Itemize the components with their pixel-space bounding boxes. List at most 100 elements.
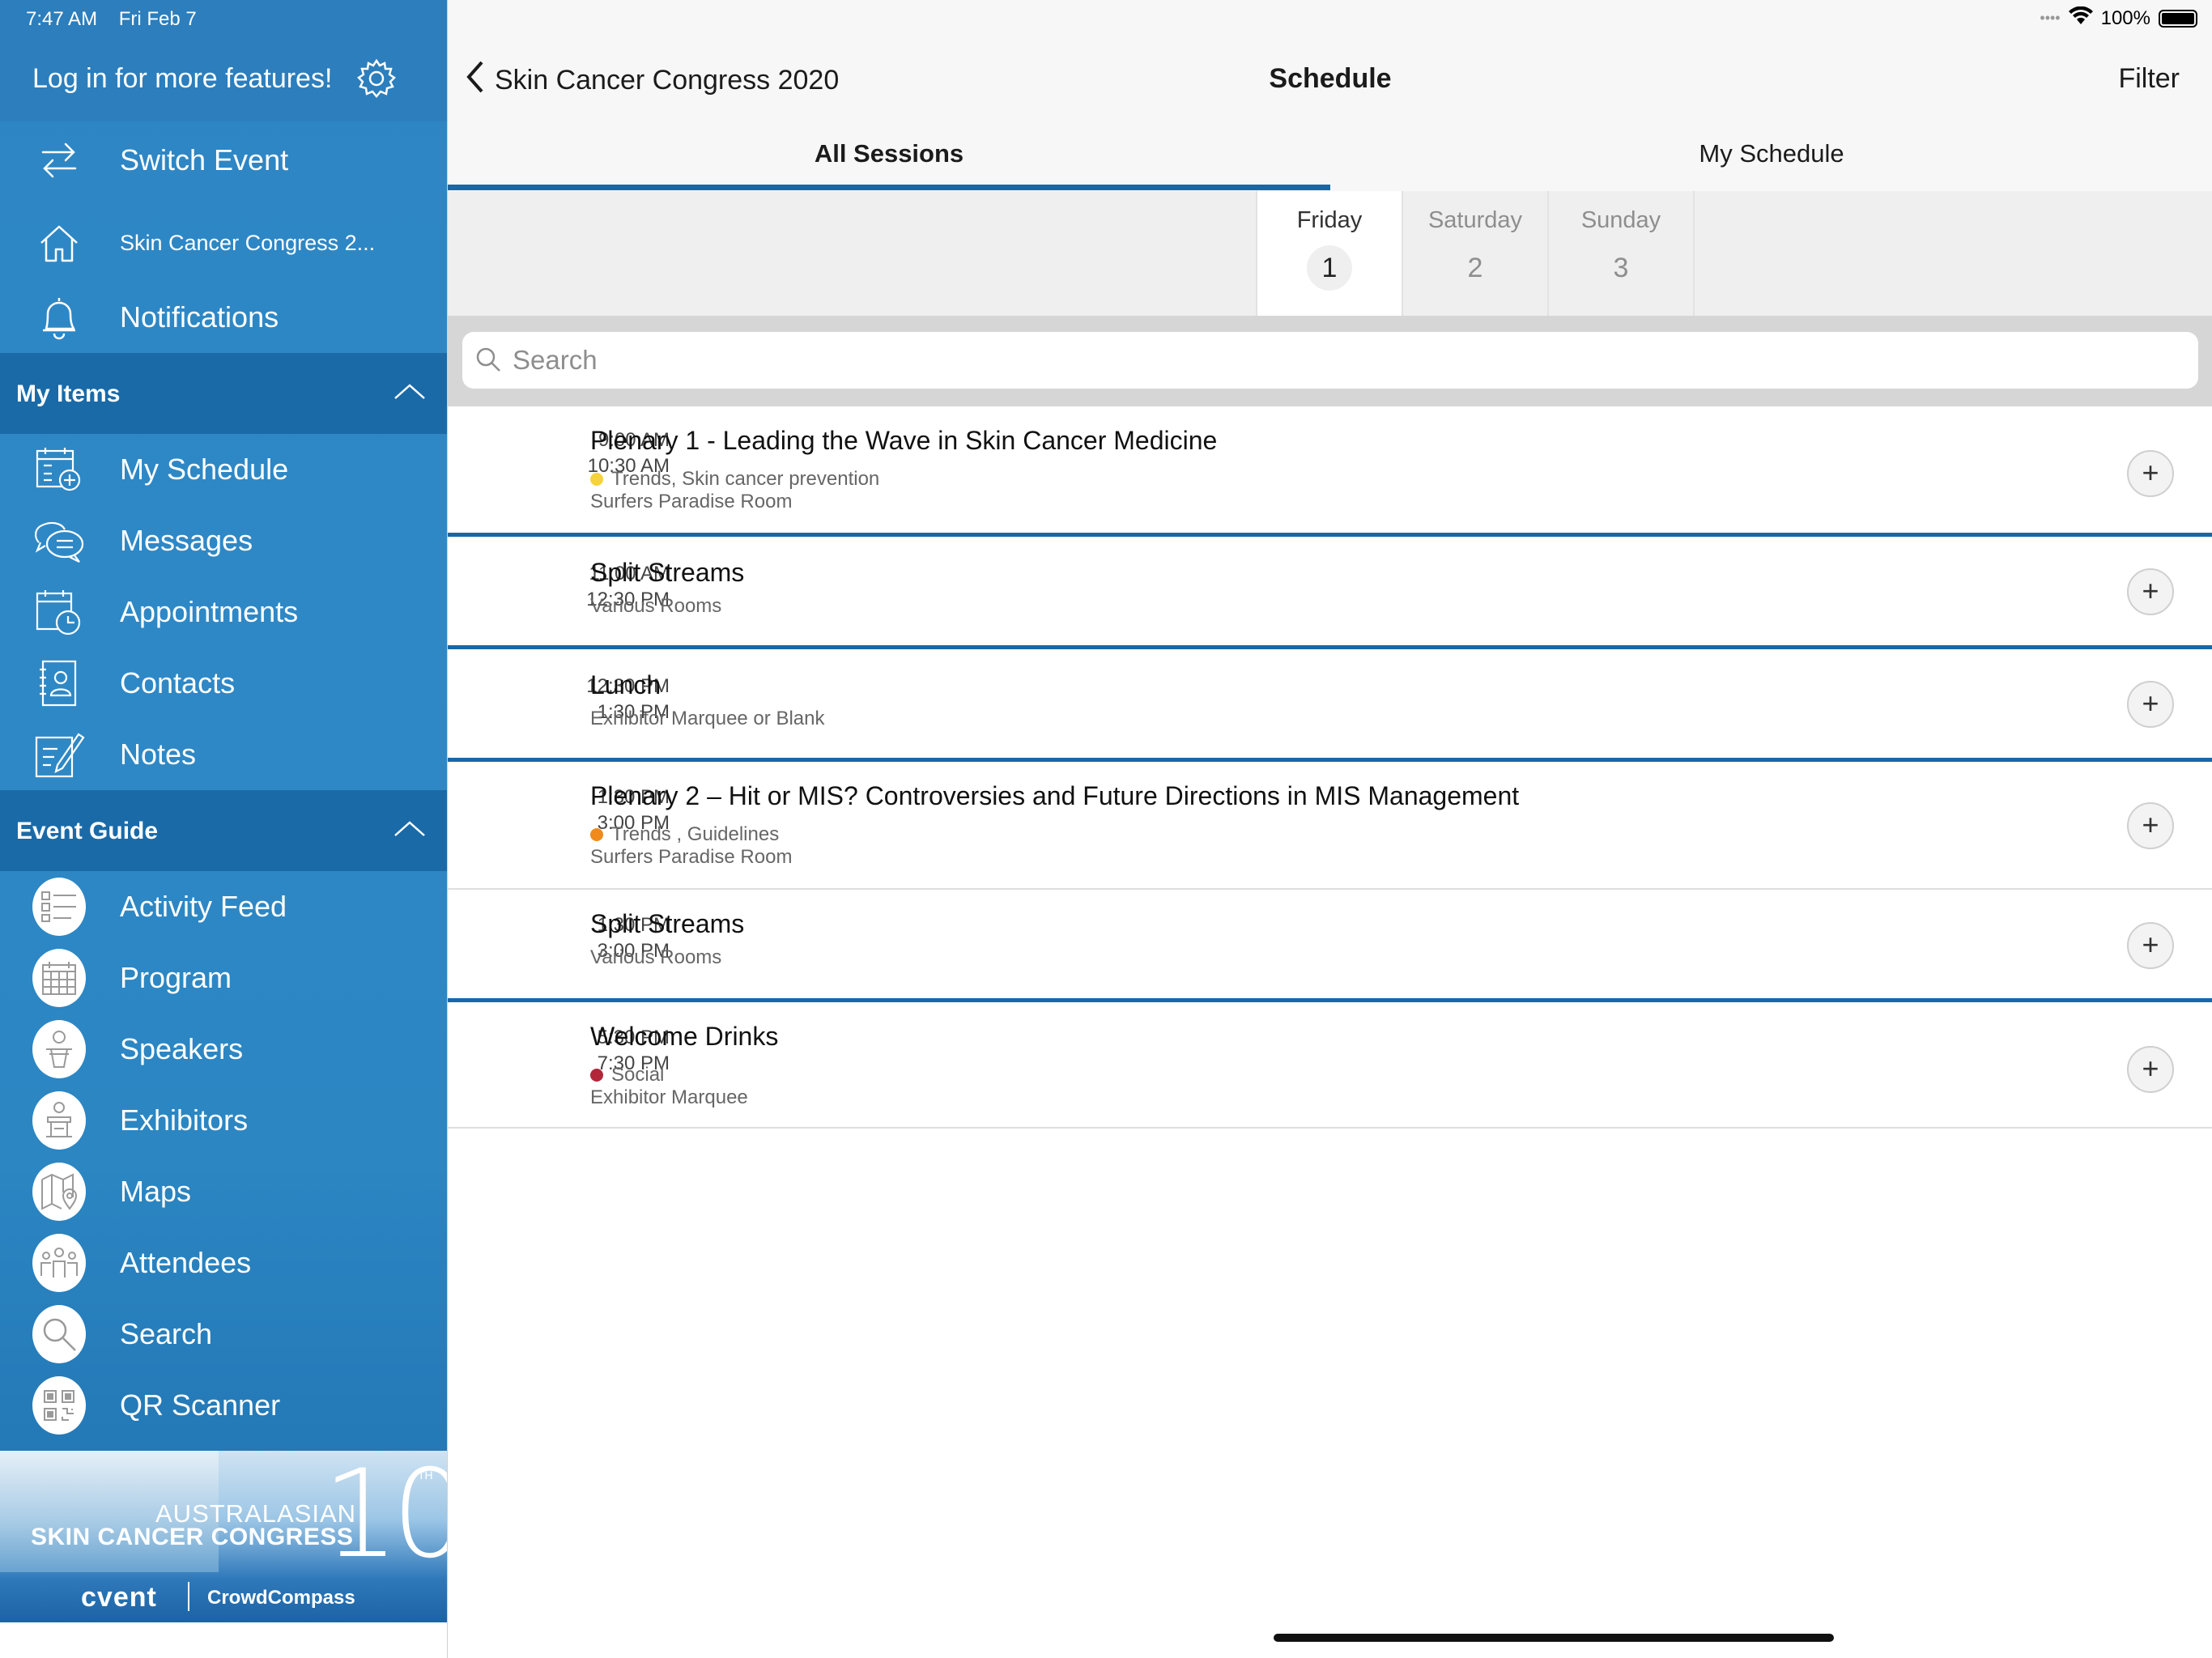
session-row[interactable]: 12:30 PM 1:30 PM Lunch Exhibitor Marquee…	[448, 649, 2212, 758]
sidebar-item-maps[interactable]: Maps	[0, 1156, 447, 1227]
status-date: Fri Feb 7	[118, 8, 197, 30]
day-divider	[1402, 191, 1403, 316]
row-divider	[448, 1127, 2212, 1129]
session-track: Social	[590, 1064, 664, 1086]
bell-icon	[32, 291, 86, 344]
session-title: Split Streams	[590, 558, 745, 587]
status-bar-left: 7:47 AM Fri Feb 7	[26, 8, 197, 31]
section-title: Event Guide	[16, 818, 159, 844]
exhibitor-booth-icon	[32, 1091, 86, 1150]
add-to-schedule-button[interactable]: +	[2127, 450, 2174, 497]
cvent-logo: cvent	[81, 1582, 157, 1613]
chevron-up-icon	[393, 813, 426, 849]
sidebar-item-label: My Schedule	[120, 453, 289, 486]
gear-icon[interactable]	[356, 58, 397, 99]
sidebar-item-label: Speakers	[120, 1032, 244, 1065]
search-bar	[448, 316, 2212, 406]
sidebar-item-messages[interactable]: Messages	[0, 505, 447, 576]
sidebar: 7:47 AM Fri Feb 7 Log in for more featur…	[0, 0, 447, 1658]
sidebar-item-label: Activity Feed	[120, 890, 287, 923]
sidebar-item-label: Messages	[120, 524, 253, 557]
session-title: Lunch	[590, 670, 661, 699]
sidebar-item-contacts[interactable]: Contacts	[0, 648, 447, 719]
session-row[interactable]: 9:00 AM 10:30 AM Plenary 1 - Leading the…	[448, 406, 2212, 533]
search-field[interactable]	[462, 332, 2198, 389]
add-to-schedule-button[interactable]: +	[2127, 802, 2174, 849]
sidebar-item-label: Switch Event	[120, 143, 289, 176]
day-divider	[1256, 191, 1257, 316]
crowdcompass-logo: CrowdCompass	[207, 1587, 355, 1609]
sidebar-item-search[interactable]: Search	[0, 1299, 447, 1370]
session-room: Exhibitor Marquee	[590, 1086, 748, 1108]
section-header-event-guide[interactable]: Event Guide	[0, 790, 447, 871]
session-track-label: Social	[611, 1064, 665, 1086]
sidebar-bottom-strip	[0, 1622, 447, 1658]
day-saturday[interactable]: Saturday 2	[1403, 191, 1547, 316]
sidebar-item-exhibitors[interactable]: Exhibitors	[0, 1085, 447, 1156]
login-prompt[interactable]: Log in for more features!	[32, 63, 332, 95]
home-icon	[32, 216, 86, 270]
sidebar-item-speakers[interactable]: Speakers	[0, 1014, 447, 1085]
sidebar-item-label: Program	[120, 961, 232, 994]
sidebar-item-attendees[interactable]: Attendees	[0, 1227, 447, 1299]
day-name: Friday	[1296, 207, 1363, 233]
sidebar-item-event-home[interactable]: Skin Cancer Congress 2...	[0, 207, 447, 278]
filter-button[interactable]: Filter	[2118, 63, 2180, 95]
section-header-my-items[interactable]: My Items	[0, 353, 447, 434]
session-row[interactable]: 11:00 AM 12:30 PM Split Streams Various …	[448, 537, 2212, 645]
add-to-schedule-button[interactable]: +	[2127, 681, 2174, 728]
battery-percent: 100%	[2100, 6, 2150, 29]
chevron-up-icon	[393, 376, 426, 412]
sidebar-item-switch-event[interactable]: Switch Event	[0, 125, 447, 196]
search-input[interactable]	[511, 332, 2179, 389]
session-row[interactable]: 1:30 PM 3:00 PM Split Streams Various Ro…	[448, 890, 2212, 998]
session-track-label: Trends , Guidelines	[611, 823, 780, 845]
session-room: Surfers Paradise Room	[590, 846, 793, 868]
sidebar-item-label: Skin Cancer Congress 2...	[120, 230, 376, 255]
note-pencil-icon	[32, 728, 86, 781]
day-friday[interactable]: Friday 1	[1257, 191, 1402, 316]
session-row[interactable]: 5:30 PM 7:30 PM Welcome Drinks Social Ex…	[448, 1002, 2212, 1127]
sidebar-item-label: QR Scanner	[120, 1388, 281, 1422]
sidebar-item-label: Search	[120, 1317, 213, 1350]
sidebar-item-my-schedule[interactable]: My Schedule	[0, 434, 447, 505]
session-track: Trends, Skin cancer prevention	[590, 468, 879, 491]
day-divider	[1547, 191, 1549, 316]
people-icon	[32, 1234, 86, 1292]
day-sunday[interactable]: Sunday 3	[1549, 191, 1693, 316]
add-to-schedule-button[interactable]: +	[2127, 568, 2174, 615]
calendar-grid-icon	[32, 949, 86, 1007]
status-time: 7:47 AM	[26, 8, 98, 30]
search-icon	[475, 346, 501, 376]
chat-bubbles-icon	[32, 514, 86, 568]
battery-icon	[2159, 9, 2197, 28]
sidebar-item-program[interactable]: Program	[0, 942, 447, 1014]
calendar-add-icon	[32, 443, 86, 496]
session-row[interactable]: 1:30 PM 3:00 PM Plenary 2 – Hit or MIS? …	[448, 762, 2212, 888]
session-title: Split Streams	[590, 909, 745, 938]
logo-divider	[188, 1582, 189, 1611]
tab-my-schedule[interactable]: My Schedule	[1330, 139, 2212, 168]
sidebar-item-appointments[interactable]: Appointments	[0, 576, 447, 648]
status-bar-right: •••• 100%	[2040, 6, 2197, 30]
day-selector: Friday 1 Saturday 2 Sunday 3	[448, 191, 2212, 316]
add-to-schedule-button[interactable]: +	[2127, 922, 2174, 969]
track-color-dot	[590, 1069, 603, 1082]
sidebar-item-qr-scanner[interactable]: QR Scanner	[0, 1370, 447, 1441]
sidebar-item-label: Contacts	[120, 666, 236, 699]
track-color-dot	[590, 828, 603, 841]
day-number: 2	[1467, 253, 1483, 283]
sidebar-item-activity-feed[interactable]: Activity Feed	[0, 871, 447, 942]
session-track-label: Trends, Skin cancer prevention	[611, 468, 880, 490]
map-pin-icon	[32, 1163, 86, 1221]
schedule-panel: •••• 100% Skin Cancer Congress 2020 Sche…	[447, 0, 2212, 1658]
sidebar-item-label: Appointments	[120, 595, 299, 628]
home-indicator[interactable]	[1274, 1634, 1834, 1642]
sidebar-item-notes[interactable]: Notes	[0, 719, 447, 790]
tab-all-sessions[interactable]: All Sessions	[448, 139, 1330, 168]
active-tab-indicator	[448, 185, 1330, 190]
banner-line2: SKIN CANCER CONGRESS	[31, 1524, 354, 1550]
add-to-schedule-button[interactable]: +	[2127, 1046, 2174, 1093]
day-number: 1	[1307, 245, 1352, 291]
sidebar-item-notifications[interactable]: Notifications	[0, 282, 447, 353]
